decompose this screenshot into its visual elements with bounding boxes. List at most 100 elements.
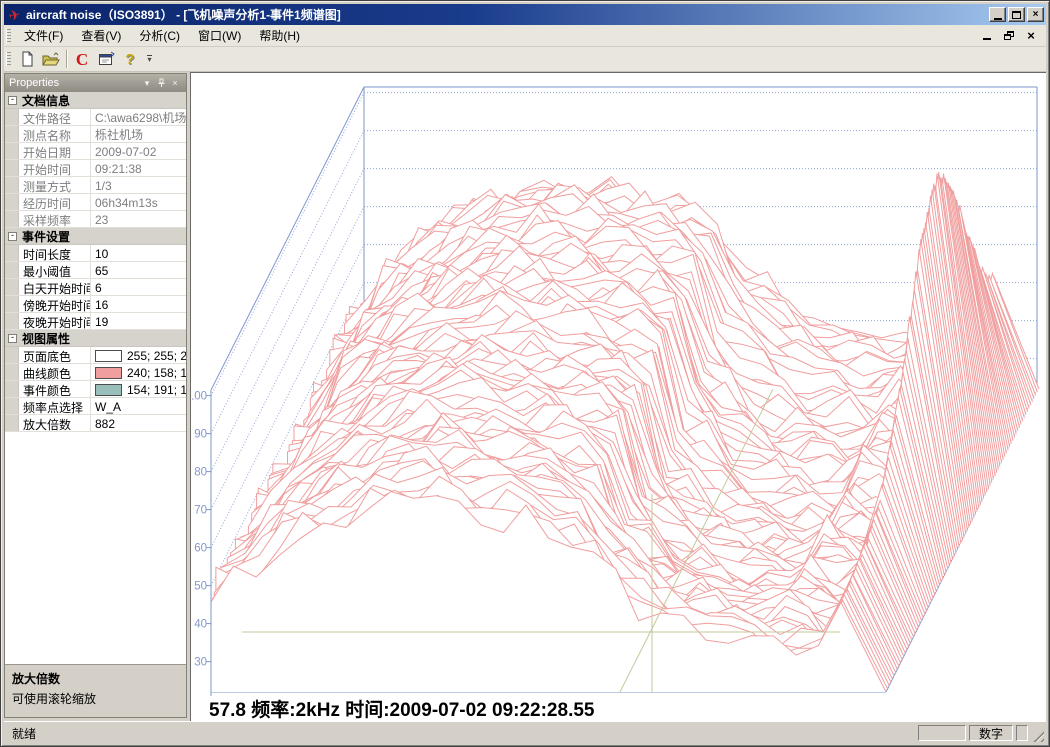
property-value[interactable]: 栎社机场	[91, 126, 186, 142]
property-row-frequency-select[interactable]: 频率点选择W_A	[5, 398, 186, 415]
property-value[interactable]: 23	[91, 211, 186, 227]
property-value[interactable]: 19	[91, 313, 186, 329]
property-row-curve-color[interactable]: 曲线颜色240; 158; 158	[5, 364, 186, 381]
property-row-day-start[interactable]: 白天开始时间6	[5, 279, 186, 296]
property-label: 测量方式	[19, 177, 91, 193]
new-document-icon	[19, 51, 35, 67]
section-event-settings[interactable]: 事件设置	[5, 228, 186, 245]
mdi-child-buttons: ×	[980, 29, 1038, 42]
spectrum-chart-view[interactable]: 30405060708090100 57.8 频率:2kHz 时间:2009-07…	[190, 72, 1046, 721]
main-area: Properties ▾ × 文档信息 文件路径C:\awa6298\机场 测点…	[4, 72, 1046, 721]
property-row-page-color[interactable]: 页面底色255; 255; 255	[5, 347, 186, 364]
open-folder-icon	[42, 52, 60, 67]
menu-view[interactable]: 查看(V)	[72, 24, 130, 47]
property-row-event-color[interactable]: 事件颜色154; 191; 187	[5, 381, 186, 398]
close-button[interactable]: ×	[1027, 7, 1044, 22]
property-row-time-length[interactable]: 时间长度10	[5, 245, 186, 262]
status-text: 就绪	[6, 725, 915, 742]
section-view-properties[interactable]: 视图属性	[5, 330, 186, 347]
y-axis-tick-label: 80	[194, 467, 207, 479]
property-value[interactable]: 10	[91, 245, 186, 261]
panel-close-button[interactable]: ×	[168, 77, 182, 90]
toolbar: C ? ▾	[4, 47, 1046, 72]
title-bar[interactable]: ✈ aircraft noise（ISO3891） - [飞机噪声分析1-事件1…	[4, 4, 1046, 25]
menu-bar: 文件(F) 查看(V) 分析(C) 窗口(W) 帮助(H) ×	[4, 25, 1046, 47]
property-value[interactable]: 882	[91, 415, 186, 431]
collapse-icon[interactable]	[8, 96, 17, 105]
section-document-info[interactable]: 文档信息	[5, 92, 186, 109]
menu-analyze[interactable]: 分析(C)	[130, 24, 189, 47]
property-value[interactable]: 154; 191; 187	[91, 381, 186, 397]
app-window: ✈ aircraft noise（ISO3891） - [飞机噪声分析1-事件1…	[0, 0, 1050, 747]
toolbar-overflow-button[interactable]: ▾	[144, 49, 155, 69]
panel-pin-button[interactable]	[154, 77, 168, 90]
property-description-box: 放大倍数 可使用滚轮缩放	[5, 664, 186, 717]
resize-grip[interactable]	[1031, 729, 1044, 742]
property-value[interactable]: 16	[91, 296, 186, 312]
status-pane-scroll	[1016, 725, 1028, 741]
property-row-zoom-factor[interactable]: 放大倍数882	[5, 415, 186, 432]
property-row-site-name[interactable]: 测点名称栎社机场	[5, 126, 186, 143]
property-value[interactable]: 6	[91, 279, 186, 295]
y-axis-tick-label: 30	[194, 657, 207, 669]
property-row-evening-start[interactable]: 傍晚开始时间16	[5, 296, 186, 313]
properties-panel-header[interactable]: Properties ▾ ×	[5, 74, 186, 92]
property-value[interactable]: 255; 255; 255	[91, 347, 186, 363]
minimize-button[interactable]	[989, 7, 1006, 22]
help-button[interactable]: ?	[118, 48, 142, 70]
property-grid-empty-area	[5, 432, 186, 664]
maximize-button[interactable]	[1008, 7, 1025, 22]
color-swatch	[95, 350, 122, 362]
property-description-title: 放大倍数	[12, 670, 179, 687]
property-label: 开始时间	[19, 160, 91, 176]
collapse-icon[interactable]	[8, 232, 17, 241]
y-axis-tick-label: 50	[194, 581, 207, 593]
menu-file[interactable]: 文件(F)	[15, 24, 72, 47]
property-row-file-path[interactable]: 文件路径C:\awa6298\机场	[5, 109, 186, 126]
y-axis-tick-label: 100	[192, 391, 207, 403]
collapse-icon[interactable]	[8, 334, 17, 343]
color-swatch	[95, 384, 122, 396]
property-row-elapsed-time[interactable]: 经历时间06h34m13s	[5, 194, 186, 211]
property-label: 频率点选择	[19, 398, 91, 414]
menubar-grip[interactable]	[6, 29, 11, 43]
property-row-night-start[interactable]: 夜晚开始时间19	[5, 313, 186, 330]
calibrate-button[interactable]: C	[70, 48, 94, 70]
waterfall-chart[interactable]: 30405060708090100 57.8 频率:2kHz 时间:2009-07…	[192, 75, 1048, 721]
waterfall-traces	[211, 172, 1039, 692]
property-label: 文件路径	[19, 109, 91, 125]
property-value[interactable]: C:\awa6298\机场	[91, 109, 186, 125]
y-axis: 30405060708090100	[192, 390, 211, 696]
new-document-button[interactable]	[15, 48, 39, 70]
marker-readout-text: 57.8 频率:2kHz 时间:2009-07-02 09:22:28.55	[209, 698, 595, 721]
properties-panel-title: Properties	[9, 77, 140, 89]
property-row-start-time[interactable]: 开始时间09:21:38	[5, 160, 186, 177]
property-row-min-threshold[interactable]: 最小阈值65	[5, 262, 186, 279]
mdi-minimize-button[interactable]	[980, 29, 994, 42]
mdi-restore-button[interactable]	[1002, 29, 1016, 42]
property-grid: 文档信息 文件路径C:\awa6298\机场 测点名称栎社机场 开始日期2009…	[5, 92, 186, 432]
property-value[interactable]: 1/3	[91, 177, 186, 193]
status-pane-caps	[918, 725, 966, 741]
panel-menu-button[interactable]: ▾	[140, 77, 154, 90]
property-value[interactable]: 2009-07-02	[91, 143, 186, 159]
property-label: 页面底色	[19, 347, 91, 363]
mdi-close-button[interactable]: ×	[1024, 29, 1038, 42]
property-value[interactable]: W_A	[91, 398, 186, 414]
toolbar-grip[interactable]	[6, 52, 11, 66]
property-value[interactable]: 240; 158; 158	[91, 364, 186, 380]
property-label: 曲线颜色	[19, 364, 91, 380]
property-label: 测点名称	[19, 126, 91, 142]
open-file-button[interactable]	[39, 48, 63, 70]
minimize-icon	[994, 18, 1002, 20]
properties-button[interactable]	[94, 48, 118, 70]
property-label: 采样频率	[19, 211, 91, 227]
property-value[interactable]: 06h34m13s	[91, 194, 186, 210]
property-value[interactable]: 09:21:38	[91, 160, 186, 176]
menu-window[interactable]: 窗口(W)	[189, 24, 250, 47]
property-row-start-date[interactable]: 开始日期2009-07-02	[5, 143, 186, 160]
property-row-measure-mode[interactable]: 测量方式1/3	[5, 177, 186, 194]
menu-help[interactable]: 帮助(H)	[250, 24, 309, 47]
property-value[interactable]: 65	[91, 262, 186, 278]
property-row-sample-rate[interactable]: 采样频率23	[5, 211, 186, 228]
